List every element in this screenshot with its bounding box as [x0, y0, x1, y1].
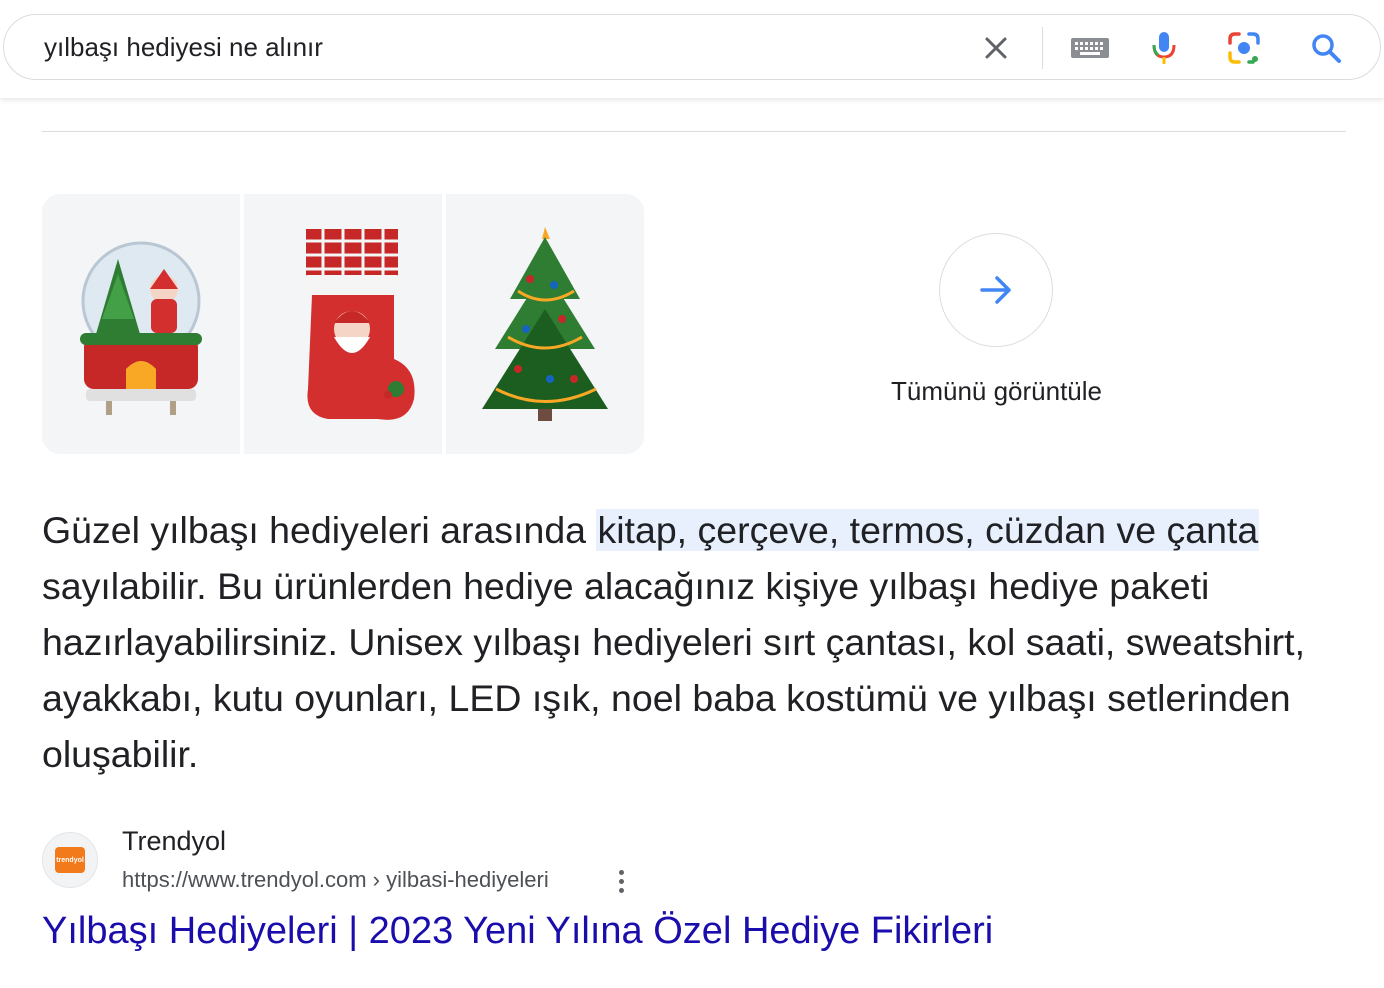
- close-icon[interactable]: [978, 30, 1014, 66]
- search-box: [3, 14, 1381, 80]
- snippet-highlight: kitap, çerçeve, termos, cüzdan ve çanta: [596, 509, 1260, 551]
- image-strip: [42, 194, 644, 454]
- christmas-tree-image[interactable]: [446, 194, 644, 454]
- featured-snippet: Güzel yılbaşı hediyeleri arasında kitap,…: [42, 502, 1352, 782]
- section-divider: [42, 131, 1346, 132]
- trendyol-logo: trendyol: [55, 847, 85, 873]
- result-site-name[interactable]: Trendyol: [122, 826, 226, 857]
- snow-globe-image[interactable]: [42, 194, 240, 454]
- result-url[interactable]: https://www.trendyol.com › yilbasi-hediy…: [122, 867, 549, 893]
- snippet-text-before: Güzel yılbaşı hediyeleri arasında: [42, 509, 597, 551]
- arrow-right-icon: [980, 276, 1011, 304]
- search-icon[interactable]: [1308, 30, 1344, 66]
- keyboard-icon[interactable]: [1068, 30, 1112, 66]
- result-title-link[interactable]: Yılbaşı Hediyeleri | 2023 Yeni Yılına Öz…: [42, 910, 993, 953]
- more-options-icon[interactable]: [606, 866, 636, 896]
- search-separator: [1042, 27, 1043, 69]
- microphone-icon[interactable]: [1146, 30, 1182, 66]
- search-header: [0, 0, 1384, 98]
- camera-lens-icon[interactable]: [1226, 30, 1262, 66]
- view-all-button[interactable]: [939, 233, 1053, 347]
- view-all-label[interactable]: Tümünü görüntüle: [850, 376, 1143, 407]
- site-favicon[interactable]: trendyol: [42, 832, 98, 888]
- snippet-text-after: sayılabilir. Bu ürünlerden hediye alacağ…: [42, 565, 1305, 775]
- search-input[interactable]: [44, 28, 944, 66]
- christmas-stocking-image[interactable]: [244, 194, 442, 454]
